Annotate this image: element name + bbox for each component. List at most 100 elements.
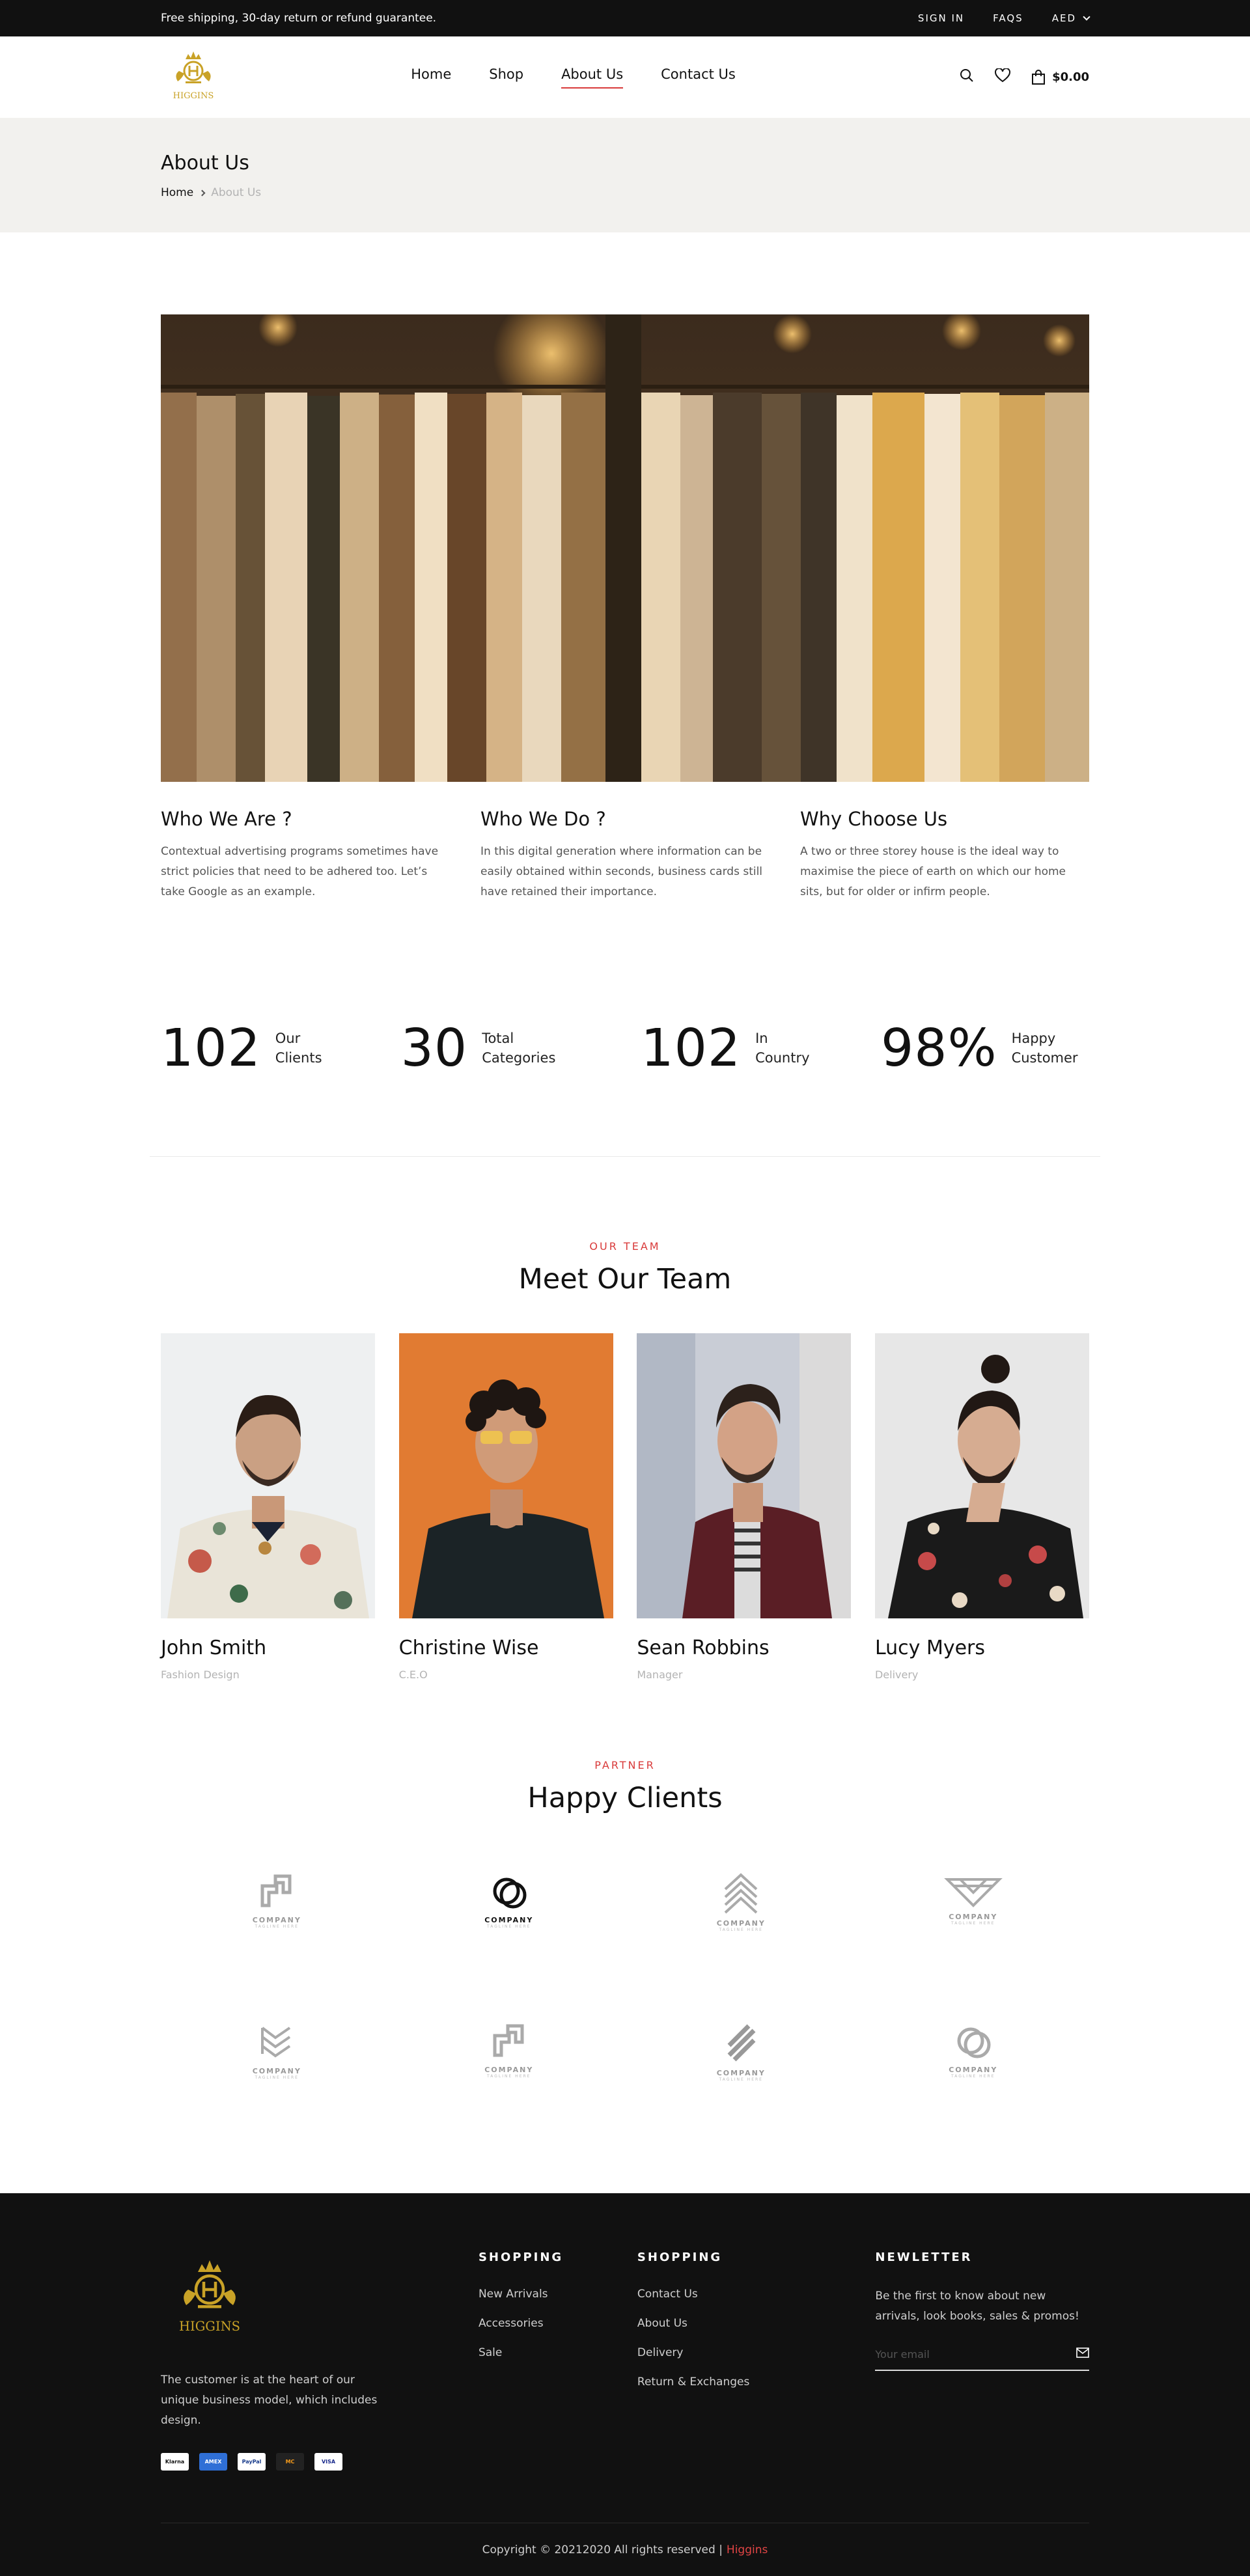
copyright-text: Copyright © 20212020 All rights reserved… [482,2543,723,2556]
client-logo-tagline: TAGLINE HERE [487,2074,531,2079]
team-member-photo [398,1333,613,1618]
copyright-bar: Copyright © 20212020 All rights reserved… [161,2523,1089,2576]
info-text: Contextual advertising programs sometime… [161,845,439,898]
team-member-role: Fashion Design [161,1669,240,1681]
page-title-bar: About Us Home About Us [0,118,1250,232]
info-title: Why Choose Us [800,808,948,830]
breadcrumb-home[interactable]: Home [161,186,193,199]
client-logo-tagline: TAGLINE HERE [719,1928,763,1932]
client-logo[interactable]: COMPANY TAGLINE HERE [625,1995,857,2106]
sign-in-link[interactable]: SIGN IN [918,12,964,24]
breadcrumb: Home About Us [161,186,1089,199]
team-member-role: Delivery [874,1669,919,1681]
search-icon[interactable] [960,68,974,86]
squares-logo-icon [260,1874,292,1907]
info-text: In this digital generation where informa… [480,845,763,898]
nav-shop[interactable]: Shop [489,66,523,89]
newsletter-email-input[interactable] [875,2347,1045,2361]
top-bar: Free shipping, 30-day return or refund g… [0,0,1250,36]
team-member-role: Manager [637,1669,683,1681]
chevrons-logo-icon [724,1873,758,1914]
cart-button[interactable]: $0.00 [1031,69,1089,85]
footer-link-accessories[interactable]: Accessories [479,2317,637,2330]
client-logo[interactable]: COMPANY TAGLINE HERE [625,1846,857,1956]
footer-about: The customer is at the heart of our uniq… [161,2374,378,2427]
footer-link-about-us[interactable]: About Us [637,2317,875,2330]
footer-logo-text: HIGGINS [179,2319,240,2334]
clients-title: Happy Clients [527,1782,723,1814]
info-who-we-do: Who We Do ? In this digital generation w… [480,808,770,902]
footer-link-sale[interactable]: Sale [479,2346,637,2359]
top-links: SIGN IN FAQS AED [918,12,1090,24]
newsletter-title: NEWLETTER [875,2251,973,2264]
team-member-card[interactable]: Lucy Myers Delivery [874,1333,1089,1681]
client-logo[interactable]: COMPANY TAGLINE HERE [161,1846,393,1956]
page-title: About Us [161,152,249,174]
client-logo[interactable]: COMPANY TAGLINE HERE [161,1995,393,2106]
crest-logo-icon: HIGGINS [179,2260,240,2334]
newsletter-text: Be the first to know about new arrivals,… [875,2290,1079,2323]
team-member-name: Sean Robbins [637,1637,770,1659]
paypal-icon: PayPal [238,2453,266,2471]
currency-select[interactable]: AED [1051,12,1090,24]
stat-label: In Country [755,1031,810,1066]
cart-total: $0.00 [1052,70,1089,84]
footer-link-new-arrivals[interactable]: New Arrivals [479,2288,637,2301]
info-why-choose-us: Why Choose Us A two or three storey hous… [800,808,1089,902]
newsletter-form [875,2347,1090,2371]
footer-link-delivery[interactable]: Delivery [637,2346,875,2359]
team-member-name: Lucy Myers [874,1637,986,1659]
faqs-link[interactable]: FAQS [993,12,1023,24]
triangles-logo-icon [943,1878,1003,1907]
klarna-icon: Klarna [161,2453,189,2471]
footer-link-contact-us[interactable]: Contact Us [637,2288,875,2301]
stat-country: 102 In Country [641,1018,849,1078]
nav-about-us[interactable]: About Us [561,66,624,89]
client-logo[interactable]: COMPANY TAGLINE HERE [393,1995,626,2106]
nav-home[interactable]: Home [411,66,451,89]
envelope-icon[interactable] [1076,2347,1089,2361]
team-member-card[interactable]: Christine Wise C.E.O [398,1333,613,1681]
currency-value: AED [1051,12,1076,24]
footer-col-title: SHOPPING [637,2251,723,2264]
client-logo[interactable]: COMPANY TAGLINE HERE [857,1846,1090,1956]
chevron-right-icon [199,189,206,196]
rings-logo-icon [493,1877,527,1909]
footer-link-returns[interactable]: Return & Exchanges [637,2375,875,2389]
client-logo-name: COMPANY [252,1916,301,1924]
team-grid: John Smith Fashion Design Christine Wise… [161,1333,1089,1681]
wishlist-heart-icon[interactable] [995,68,1011,86]
payment-methods: Klarna AMEX PayPal MC VISA [161,2453,479,2471]
stat-label: Our Clients [275,1031,322,1066]
info-title: Who We Do ? [480,808,606,830]
site-footer: HIGGINS The customer is at the heart of … [0,2193,1250,2576]
client-logo-name: COMPANY [252,2067,301,2075]
client-logo-name: COMPANY [716,2069,766,2077]
logo[interactable]: HIGGINS [161,45,226,110]
client-logos-grid: COMPANY TAGLINE HERE COMPANY TAGLINE HER… [161,1846,1089,2106]
client-logo-name: COMPANY [716,1919,766,1928]
client-logo-name: COMPANY [484,1916,534,1924]
chevron-down-icon [1083,13,1090,21]
header-actions: $0.00 [960,68,1089,86]
footer-col-title: SHOPPING [478,2251,564,2264]
footer-logo[interactable]: HIGGINS [161,2251,258,2348]
client-logo-tagline: TAGLINE HERE [487,1924,531,1929]
promo-text: Free shipping, 30-day return or refund g… [161,12,437,25]
team-member-card[interactable]: John Smith Fashion Design [161,1333,375,1681]
nav-contact-us[interactable]: Contact Us [661,66,736,89]
mastercard-icon: MC [276,2453,304,2471]
clients-section: PARTNER Happy Clients COMPANY TAGLINE HE… [161,1681,1089,2106]
about-info-columns: Who We Are ? Contextual advertising prog… [161,808,1089,902]
client-logo-tagline: TAGLINE HERE [951,1921,995,1926]
client-logo[interactable]: COMPANY TAGLINE HERE [393,1846,626,1956]
footer-brand: HIGGINS The customer is at the heart of … [161,2251,479,2471]
client-logo[interactable]: COMPANY TAGLINE HERE [857,1995,1090,2106]
stat-number: 98% [880,1018,997,1078]
shopping-bag-icon [1032,69,1046,85]
team-member-photo [874,1333,1089,1618]
info-who-we-are: Who We Are ? Contextual advertising prog… [161,808,450,902]
team-member-card[interactable]: Sean Robbins Manager [637,1333,852,1681]
stat-label: Happy Customer [1011,1031,1078,1066]
copyright-brand-link[interactable]: Higgins [727,2543,768,2556]
